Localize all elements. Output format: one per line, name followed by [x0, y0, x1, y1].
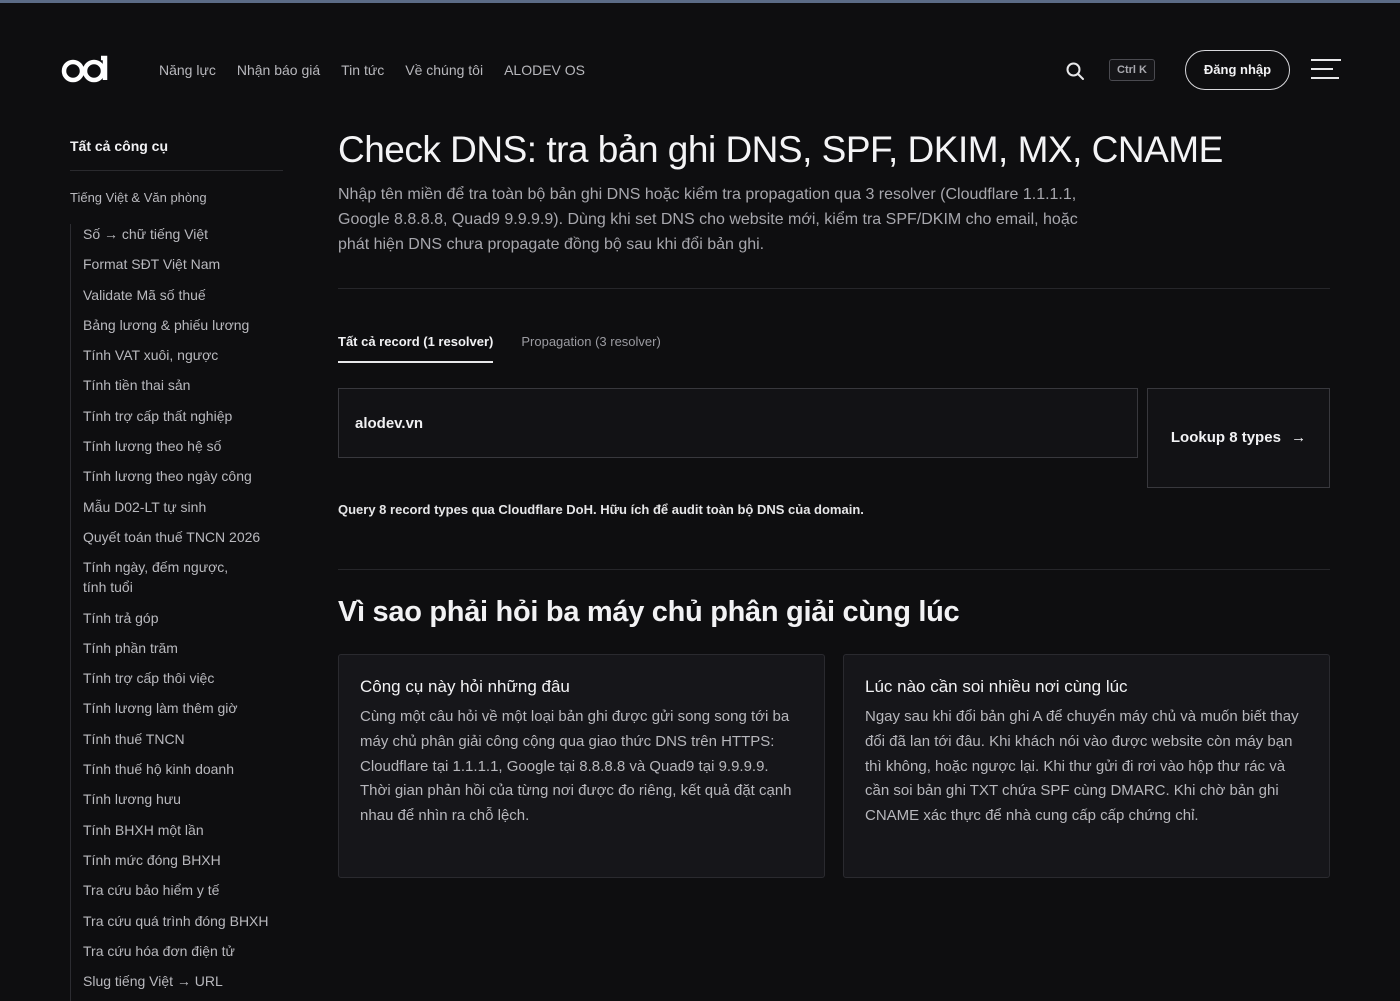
sidebar-item[interactable]: Tính mức đóng BHXH	[83, 850, 283, 870]
sidebar-item[interactable]: Slug tiếng Việt → URL	[83, 971, 283, 991]
card-title: Công cụ này hỏi những đâu	[360, 677, 570, 696]
mode-tabs: Tất cả record (1 resolver) Propagation (…	[338, 334, 661, 363]
sidebar-group-heading: Tiếng Việt & Văn phòng	[70, 190, 207, 205]
info-card: Công cụ này hỏi những đâu Cùng một câu h…	[338, 654, 825, 878]
sidebar-item[interactable]: Tính lương theo ngày công	[83, 466, 283, 486]
nav-link-nang-luc[interactable]: Năng lực	[159, 62, 216, 78]
search-shortcut-badge: Ctrl K	[1109, 59, 1155, 81]
sidebar-item[interactable]: Tính thuế TNCN	[83, 729, 283, 749]
search-icon[interactable]	[1064, 60, 1086, 82]
sidebar-item[interactable]: Tính lương theo hệ số	[83, 436, 283, 456]
card-title: Lúc nào cần soi nhiều nơi cùng lúc	[865, 677, 1128, 696]
section-title: Vì sao phải hỏi ba máy chủ phân giải cùn…	[338, 596, 960, 628]
menu-line	[1311, 68, 1333, 70]
tab-propagation[interactable]: Propagation (3 resolver)	[521, 334, 660, 363]
nav-link-nhan-bao-gia[interactable]: Nhận báo giá	[237, 62, 320, 78]
sidebar-item[interactable]: Tra cứu quá trình đóng BHXH	[83, 911, 283, 931]
sidebar-item[interactable]: Tính ngày, đếm ngược, tính tuổi	[83, 557, 253, 597]
arrow-right-icon: →	[1291, 429, 1307, 446]
domain-input[interactable]	[338, 388, 1138, 458]
divider	[338, 288, 1330, 289]
sidebar-item[interactable]: Tính trả góp	[83, 608, 283, 628]
sidebar-item[interactable]: Validate Mã số thuế	[83, 285, 283, 305]
tools-sidebar: Tất cả công cụ Tiếng Việt & Văn phòng Số…	[70, 138, 283, 1001]
sidebar-all-tools-link[interactable]: Tất cả công cụ	[70, 138, 283, 171]
menu-line	[1311, 59, 1341, 61]
sidebar-item[interactable]: Bảng lương & phiếu lương	[83, 315, 283, 335]
sidebar-tool-list: Số → chữ tiếng Việt Format SĐT Việt Nam …	[70, 224, 283, 1001]
sidebar-item[interactable]: Tính lương làm thêm giờ	[83, 698, 283, 718]
sidebar-item[interactable]: Tính phần trăm	[83, 638, 283, 658]
nav-link-tin-tuc[interactable]: Tin tức	[341, 62, 384, 78]
page-description: Nhập tên miền để tra toàn bộ bản ghi DNS…	[338, 186, 1078, 253]
sidebar-item[interactable]: Tính trợ cấp thất nghiệp	[83, 406, 283, 426]
sidebar-item[interactable]: Tra cứu bảo hiểm y tế	[83, 880, 283, 900]
sidebar-item[interactable]: Tra cứu hóa đơn điện tử	[83, 941, 283, 961]
nav-link-ve-chung-toi[interactable]: Về chúng tôi	[405, 62, 483, 78]
site-header: Năng lực Nhận báo giá Tin tức Về chúng t…	[0, 3, 1400, 133]
sidebar-item[interactable]: Tính BHXH một lần	[83, 820, 283, 840]
info-card: Lúc nào cần soi nhiều nơi cùng lúc Ngay …	[843, 654, 1330, 878]
sidebar-item[interactable]: Tính thuế hộ kinh doanh	[83, 759, 283, 779]
page-title: Check DNS: tra bản ghi DNS, SPF, DKIM, M…	[338, 129, 1223, 170]
sidebar-item[interactable]: Format SĐT Việt Nam	[83, 254, 283, 274]
sidebar-item[interactable]: Mẫu D02-LT tự sinh	[83, 497, 283, 517]
menu-line	[1311, 77, 1339, 79]
main-content: Check DNS: tra bản ghi DNS, SPF, DKIM, M…	[338, 128, 1330, 878]
lookup-button-label: Lookup 8 types	[1170, 429, 1281, 446]
divider	[338, 569, 1330, 570]
sidebar-item[interactable]: Tính trợ cấp thôi việc	[83, 668, 283, 688]
sidebar-item[interactable]: Tính VAT xuôi, ngược	[83, 345, 283, 365]
tab-all-records[interactable]: Tất cả record (1 resolver)	[338, 334, 494, 363]
query-hint: Query 8 record types qua Cloudflare DoH.…	[338, 502, 864, 517]
card-body: Ngay sau khi đổi bản ghi A để chuyển máy…	[865, 708, 1299, 825]
hamburger-menu-icon[interactable]	[1311, 59, 1341, 83]
lookup-button[interactable]: Lookup 8 types →	[1147, 388, 1330, 488]
main-nav: Năng lực Nhận báo giá Tin tức Về chúng t…	[159, 62, 585, 78]
sidebar-item[interactable]: Tính lương hưu	[83, 789, 283, 809]
nav-link-alodev-os[interactable]: ALODEV OS	[504, 62, 585, 78]
sidebar-item[interactable]: Quyết toán thuế TNCN 2026	[83, 527, 283, 547]
login-button[interactable]: Đăng nhập	[1185, 50, 1290, 90]
sidebar-item[interactable]: Số → chữ tiếng Việt	[83, 224, 283, 244]
alodev-logo[interactable]	[61, 55, 111, 85]
sidebar-item[interactable]: Tính tiền thai sản	[83, 375, 283, 395]
card-body: Cùng một câu hỏi về một loại bản ghi đượ…	[360, 708, 792, 825]
